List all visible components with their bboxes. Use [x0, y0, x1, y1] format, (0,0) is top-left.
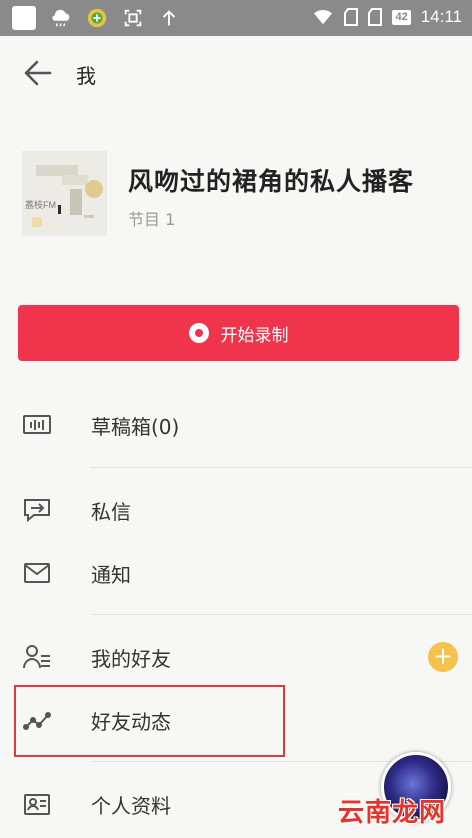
menu-item-messages[interactable]: 私信: [0, 482, 472, 538]
start-recording-label: 开始录制: [220, 325, 289, 346]
divider: [91, 467, 472, 468]
menu-item-friend-activity[interactable]: 好友动态: [0, 692, 472, 748]
podcast-profile[interactable]: 荔枝FM 风吻过的裙角的私人播客 节目 1: [0, 148, 472, 238]
episode-count: 节目 1: [128, 210, 176, 229]
friends-icon: [23, 645, 50, 669]
plus-icon: +: [432, 642, 454, 670]
menu-label-drafts: 草稿箱(0): [91, 415, 180, 439]
id-card-icon: [24, 794, 50, 815]
cover-art: [22, 151, 107, 236]
menu-label-notifications: 通知: [91, 563, 131, 587]
menu-item-notifications[interactable]: 通知: [0, 545, 472, 601]
menu-label-profile: 个人资料: [91, 794, 171, 818]
mail-icon: [24, 563, 50, 583]
clock: 14:11: [420, 7, 462, 26]
activity-icon: [23, 712, 51, 730]
cloud-icon: [52, 9, 70, 27]
page-header: 我: [0, 36, 472, 110]
upload-arrow-icon: [162, 10, 176, 26]
sim-card-icon: [344, 8, 359, 26]
menu-label-friend-activity: 好友动态: [91, 710, 171, 734]
cover-label: 荔枝FM: [25, 200, 56, 210]
sim-card-2-icon: [368, 8, 383, 26]
record-icon: [188, 323, 209, 343]
app-icon: [12, 6, 36, 30]
drafts-icon: [23, 415, 51, 434]
watermark-text: 云南龙网: [338, 798, 447, 828]
menu-label-my-friends: 我的好友: [91, 647, 171, 671]
message-icon: [24, 499, 50, 523]
page-title: 我: [76, 64, 96, 88]
podcast-cover[interactable]: 荔枝FM: [22, 151, 107, 236]
add-friend-button[interactable]: +: [428, 642, 458, 672]
menu-item-my-friends[interactable]: 我的好友 +: [0, 629, 472, 685]
start-recording-button[interactable]: 开始录制: [18, 305, 459, 361]
scan-icon: [124, 9, 142, 27]
menu-label-messages: 私信: [91, 500, 131, 524]
status-bar: 42 14:11: [0, 0, 472, 36]
menu-item-drafts[interactable]: 草稿箱(0): [0, 397, 472, 453]
divider: [91, 614, 472, 615]
game-icon: [87, 8, 107, 28]
back-arrow-icon[interactable]: [20, 58, 60, 88]
battery-level: 42: [392, 9, 411, 25]
wifi-icon: [314, 9, 333, 25]
podcast-name: 风吻过的裙角的私人播客: [128, 167, 415, 196]
